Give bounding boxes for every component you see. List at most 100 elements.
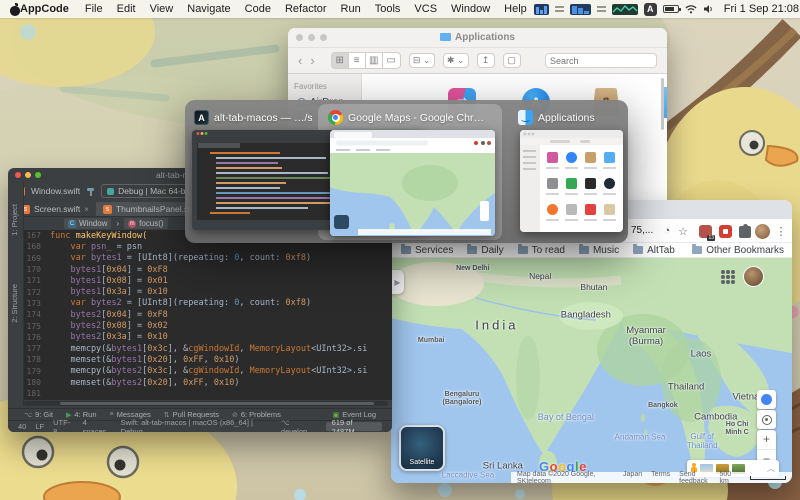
- share-button[interactable]: ↥: [476, 53, 495, 68]
- current-file-label[interactable]: Window.swift: [31, 186, 80, 196]
- wifi-icon[interactable]: [685, 4, 697, 14]
- menu-item[interactable]: VCS: [414, 3, 437, 15]
- toolwindow-button-structure[interactable]: 2: Structure: [10, 284, 19, 323]
- google-map-canvas[interactable]: India Bangladesh Myanmar (Burma) Laos Thailan…: [391, 258, 792, 483]
- file-encoding[interactable]: UTF-8: [53, 418, 74, 433]
- google-account-avatar[interactable]: [743, 266, 764, 287]
- attribution-link[interactable]: Japan: [623, 471, 642, 484]
- map-country-label: Bhutan: [580, 282, 608, 293]
- cpu-meter-widget[interactable]: [533, 3, 549, 15]
- close-tab-icon[interactable]: ×: [84, 205, 89, 214]
- git-branch[interactable]: develop: [281, 418, 317, 433]
- battery-icon[interactable]: [662, 5, 681, 13]
- code-line: 176 bytes2[0x3a] = 0x10: [24, 332, 392, 343]
- view-switcher[interactable]: ⊞ ≡ ▥ ▭: [330, 52, 401, 69]
- bookmark-folder[interactable]: Services: [401, 244, 453, 256]
- menubar-app-name[interactable]: AppCode: [20, 3, 69, 15]
- finder-window-title: Applications: [288, 32, 667, 43]
- side-panel-toggle[interactable]: ▶: [391, 270, 404, 294]
- menu-item[interactable]: Refactor: [285, 3, 327, 15]
- satellite-layer-toggle[interactable]: Satellite: [399, 425, 445, 471]
- menu-item[interactable]: View: [150, 3, 174, 15]
- menu-item[interactable]: Help: [504, 3, 527, 15]
- menubar: AppCode File Edit View Navigate Code Refactor…: [0, 0, 800, 18]
- input-source-icon[interactable]: A: [643, 2, 657, 16]
- bookmark-folder[interactable]: AltTab: [633, 244, 675, 256]
- menu-item[interactable]: Edit: [117, 3, 136, 15]
- menu-item[interactable]: Tools: [375, 3, 401, 15]
- bookmark-star-icon[interactable]: ☆: [675, 223, 691, 239]
- search-input[interactable]: [545, 53, 657, 68]
- code-text: bytes1[0x3a] = 0x10: [70, 287, 168, 298]
- toolwindow-button-project[interactable]: 1: Project: [10, 204, 19, 236]
- switcher-item-finder[interactable]: Applications: [518, 110, 618, 125]
- run-configuration-selector[interactable]: Debug | Mac 64-bit: [101, 184, 196, 198]
- attribution-link[interactable]: Terms: [651, 471, 670, 484]
- appcode-app-icon: A: [194, 110, 209, 125]
- switcher-thumbnail-chrome[interactable]: [330, 130, 495, 236]
- map-water-label: Andaman Sea: [614, 432, 666, 442]
- tag-button[interactable]: ▢: [502, 53, 521, 68]
- minimize-button[interactable]: [25, 172, 31, 178]
- address-bar-url-fragment[interactable]: 75,...: [631, 225, 653, 236]
- menu-item[interactable]: Code: [245, 3, 271, 15]
- profile-avatar[interactable]: [755, 224, 770, 239]
- indent-setting[interactable]: 4 spaces: [83, 418, 112, 433]
- group-button[interactable]: ⊟ ⌄: [408, 53, 435, 68]
- list-view-button[interactable]: ≡: [349, 53, 366, 68]
- extension-icon-adblock[interactable]: [719, 225, 732, 238]
- class-icon: C: [68, 219, 76, 228]
- bookmark-folder[interactable]: To read: [517, 244, 565, 256]
- menu-item[interactable]: Navigate: [187, 3, 230, 15]
- zoom-button[interactable]: [35, 172, 41, 178]
- close-button[interactable]: [15, 172, 21, 178]
- toolwindow-button[interactable]: 9: Git: [24, 410, 53, 419]
- action-menu-button[interactable]: ✱ ⌄: [442, 53, 469, 68]
- chrome-menu-icon[interactable]: ⋮: [773, 223, 789, 239]
- menu-item[interactable]: Run: [341, 3, 361, 15]
- finder-scrollbar[interactable]: [661, 78, 664, 130]
- memory-indicator[interactable]: 619 of 2487M: [325, 418, 383, 432]
- extensions-puzzle-icon[interactable]: [739, 223, 751, 238]
- bookmark-folder[interactable]: Daily: [467, 244, 504, 256]
- extension-icon-capture[interactable]: 13: [699, 225, 715, 241]
- breadcrumb-method[interactable]: m focus(): [124, 218, 168, 229]
- network-sparkline-widget[interactable]: [611, 3, 638, 15]
- other-bookmarks[interactable]: Other Bookmarks: [692, 244, 784, 256]
- code-editor[interactable]: 167 func makeKeyWindow( 168 var psn_ = p…: [24, 230, 392, 400]
- zoom-in-button[interactable]: +: [757, 430, 776, 450]
- menu-item[interactable]: Window: [451, 3, 490, 15]
- memory-meter-widget[interactable]: [569, 3, 591, 15]
- menu-item[interactable]: File: [85, 3, 103, 15]
- volume-icon[interactable]: [703, 4, 714, 14]
- map-country-label: Myanmar (Burma): [626, 325, 666, 347]
- switcher-thumbnail-finder[interactable]: [520, 130, 623, 232]
- bookmark-folder[interactable]: Music: [578, 244, 619, 256]
- build-hammer-icon[interactable]: [86, 187, 95, 196]
- code-text: bytes1[0x04] = 0xF8: [70, 264, 168, 275]
- switcher-item-chrome-selected[interactable]: Google Maps - Google Chr…: [328, 110, 492, 125]
- editor-hscrollbar[interactable]: [24, 401, 388, 406]
- code-text: bytes2[0x08] = 0x02: [70, 321, 168, 332]
- menubar-clock[interactable]: Fri 1 Sep 21:08: [724, 3, 799, 15]
- tab-screen-swift[interactable]: s Screen.swift ×: [14, 202, 96, 216]
- swift-file-icon: s: [102, 204, 112, 214]
- column-view-button[interactable]: ▥: [366, 53, 383, 68]
- attribution-link[interactable]: Send feedback: [679, 471, 710, 484]
- line-separator[interactable]: LF: [35, 422, 44, 431]
- icon-view-button[interactable]: ⊞: [331, 53, 349, 68]
- code-text: memset(&bytes2[0x20], 0xFF, 0x10): [50, 377, 240, 388]
- google-apps-grid-icon[interactable]: [721, 270, 735, 284]
- map-globe-button[interactable]: [757, 390, 776, 409]
- line-number: 167: [26, 231, 41, 241]
- history-clock-icon[interactable]: ◔: [659, 223, 675, 239]
- breadcrumb-class[interactable]: C Window: [64, 218, 112, 229]
- my-location-button[interactable]: [757, 410, 776, 429]
- gallery-view-button[interactable]: ▭: [383, 53, 400, 68]
- caret-position[interactable]: 40: [18, 422, 26, 431]
- code-text: memcpy(&bytes1[0x3c], &cgWindowId, Memor…: [50, 343, 368, 354]
- map-water-label: Bay of Bengal: [537, 411, 594, 422]
- switcher-item-appcode[interactable]: A alt-tab-macos — …/src/logic…: [194, 110, 312, 125]
- map-city-label: Bangkok: [648, 402, 678, 410]
- back-forward-buttons[interactable]: ‹›: [298, 53, 323, 68]
